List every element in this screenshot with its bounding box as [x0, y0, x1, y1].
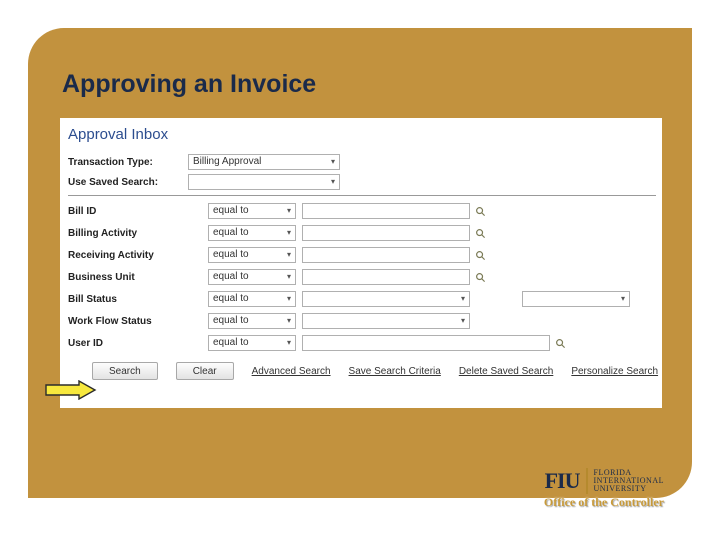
- saved-search-select[interactable]: ▾: [188, 174, 340, 190]
- chevron-down-icon: ▾: [287, 204, 291, 218]
- slide-title: Approving an Invoice: [62, 70, 316, 99]
- chevron-down-icon: ▾: [331, 155, 335, 169]
- billing-activity-operator[interactable]: equal to▾: [208, 225, 296, 241]
- workflow-status-operator[interactable]: equal to▾: [208, 313, 296, 329]
- divider: [68, 195, 656, 196]
- search-button[interactable]: Search: [92, 362, 158, 380]
- advanced-search-link[interactable]: Advanced Search: [252, 366, 331, 377]
- bill-status-extra-select[interactable]: ▾: [522, 291, 630, 307]
- business-unit-input[interactable]: [302, 269, 470, 285]
- transaction-type-label: Transaction Type:: [68, 157, 188, 168]
- lookup-icon[interactable]: [474, 227, 486, 239]
- chevron-down-icon: ▾: [287, 314, 291, 328]
- approval-inbox-panel: Approval Inbox Transaction Type: Billing…: [60, 118, 662, 408]
- workflow-status-select[interactable]: ▾: [302, 313, 470, 329]
- chevron-down-icon: ▾: [287, 248, 291, 262]
- lookup-icon[interactable]: [554, 337, 566, 349]
- transaction-type-select[interactable]: Billing Approval ▾: [188, 154, 340, 170]
- chevron-down-icon: ▾: [287, 270, 291, 284]
- chevron-down-icon: ▾: [461, 292, 465, 306]
- save-criteria-link[interactable]: Save Search Criteria: [349, 366, 441, 377]
- saved-search-label: Use Saved Search:: [68, 177, 188, 188]
- fiu-logo: FIU FLORIDA INTERNATIONAL UNIVERSITY: [545, 468, 664, 494]
- lookup-icon[interactable]: [474, 205, 486, 217]
- logo-divider: [586, 468, 588, 494]
- workflow-status-label: Work Flow Status: [68, 316, 208, 327]
- receiving-activity-label: Receiving Activity: [68, 250, 208, 261]
- chevron-down-icon: ▾: [621, 292, 625, 306]
- chevron-down-icon: ▾: [287, 226, 291, 240]
- user-id-label: User ID: [68, 338, 208, 349]
- bill-status-label: Bill Status: [68, 294, 208, 305]
- receiving-activity-input[interactable]: [302, 247, 470, 263]
- fiu-full-name: FLORIDA INTERNATIONAL UNIVERSITY: [594, 469, 665, 493]
- chevron-down-icon: ▾: [461, 314, 465, 328]
- receiving-activity-operator[interactable]: equal to▾: [208, 247, 296, 263]
- lookup-icon[interactable]: [474, 249, 486, 261]
- chevron-down-icon: ▾: [287, 336, 291, 350]
- button-bar: Search Clear Advanced Search Save Search…: [92, 362, 656, 380]
- transaction-type-value: Billing Approval: [193, 155, 261, 169]
- delete-saved-link[interactable]: Delete Saved Search: [459, 366, 554, 377]
- bill-id-input[interactable]: [302, 203, 470, 219]
- user-id-input[interactable]: [302, 335, 550, 351]
- billing-activity-label: Billing Activity: [68, 228, 208, 239]
- business-unit-label: Business Unit: [68, 272, 208, 283]
- personalize-link[interactable]: Personalize Search: [571, 366, 658, 377]
- clear-button[interactable]: Clear: [176, 362, 234, 380]
- arrow-callout-icon: [45, 380, 97, 400]
- fiu-mark: FIU: [545, 468, 580, 494]
- bill-id-operator[interactable]: equal to▾: [208, 203, 296, 219]
- lookup-icon[interactable]: [474, 271, 486, 283]
- user-id-operator[interactable]: equal to▾: [208, 335, 296, 351]
- bill-status-select[interactable]: ▾: [302, 291, 470, 307]
- chevron-down-icon: ▾: [287, 292, 291, 306]
- office-name: Office of the Controller: [544, 495, 664, 510]
- bill-id-label: Bill ID: [68, 206, 208, 217]
- billing-activity-input[interactable]: [302, 225, 470, 241]
- bill-status-operator[interactable]: equal to▾: [208, 291, 296, 307]
- chevron-down-icon: ▾: [331, 175, 335, 189]
- page-heading: Approval Inbox: [68, 126, 656, 143]
- business-unit-operator[interactable]: equal to▾: [208, 269, 296, 285]
